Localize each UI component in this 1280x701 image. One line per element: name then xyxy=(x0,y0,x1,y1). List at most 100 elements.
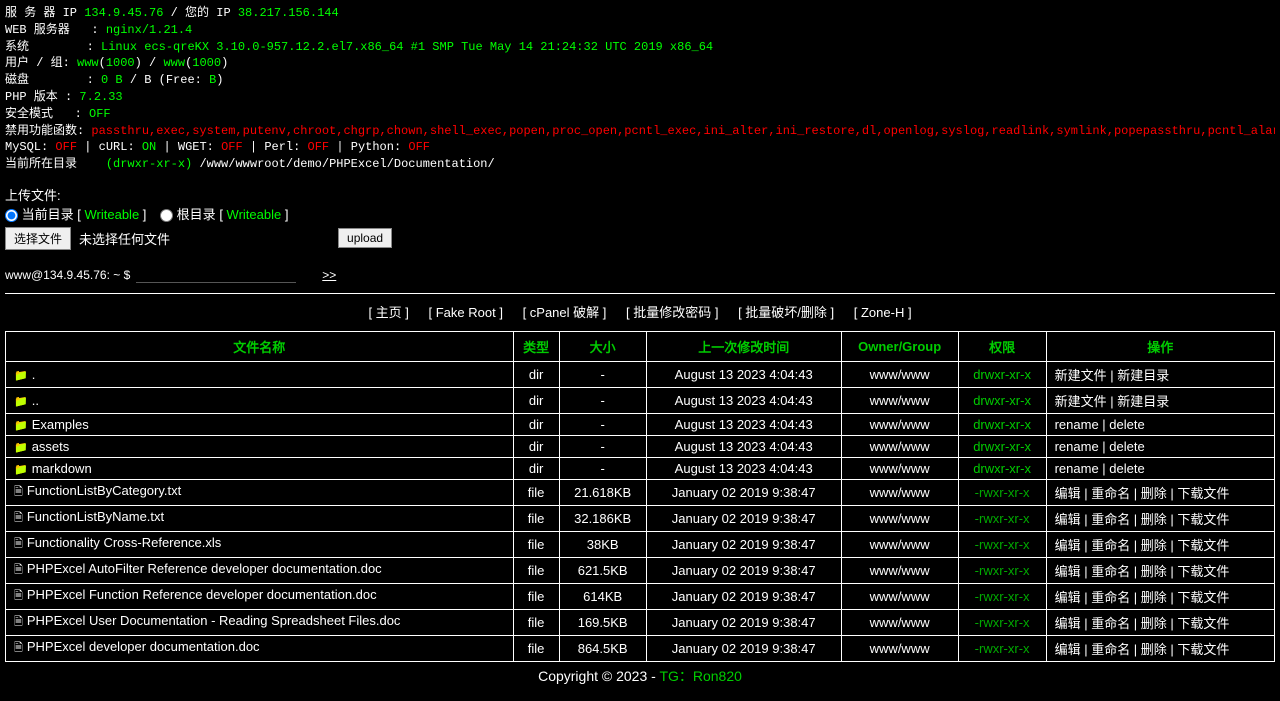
no-file-label: 未选择任何文件 xyxy=(79,229,170,248)
file-mtime: August 13 2023 4:04:43 xyxy=(646,361,841,387)
file-icon xyxy=(14,509,27,524)
file-name-link[interactable]: FunctionListByCategory.txt xyxy=(27,483,181,498)
file-name-link[interactable]: assets xyxy=(32,439,70,454)
file-name-link[interactable]: FunctionListByName.txt xyxy=(27,509,164,524)
server-ip-label: 服 务 器 IP xyxy=(5,6,77,20)
mysql-label: MySQL: xyxy=(5,140,48,154)
file-mtime: January 02 2019 9:38:47 xyxy=(646,583,841,609)
file-actions[interactable]: 编辑 | 重命名 | 删除 | 下载文件 xyxy=(1046,635,1274,661)
file-perms: drwxr-xr-x xyxy=(958,457,1046,479)
footer-tg-link[interactable]: TG：Ron820 xyxy=(659,668,741,684)
nav-mass-destroy[interactable]: [ 批量破坏/删除 ] xyxy=(738,305,834,320)
file-type: file xyxy=(513,609,559,635)
python-label: Python: xyxy=(351,140,401,154)
choose-file-button[interactable]: 选择文件 xyxy=(5,227,71,250)
nav-mass-password[interactable]: [ 批量修改密码 ] xyxy=(626,305,718,320)
file-mtime: August 13 2023 4:04:43 xyxy=(646,413,841,435)
file-name-link[interactable]: PHPExcel AutoFilter Reference developer … xyxy=(27,561,382,576)
file-name-link[interactable]: markdown xyxy=(32,461,92,476)
disk-total: 0 B xyxy=(101,73,123,87)
file-name-link[interactable]: Functionality Cross-Reference.xls xyxy=(27,535,221,550)
cwd-label: 当前所在目录 xyxy=(5,157,77,171)
nav-fake-root[interactable]: [ Fake Root ] xyxy=(429,305,503,320)
cwd-path[interactable]: /www/wwwroot/demo/PHPExcel/Documentation… xyxy=(199,157,494,171)
file-type: file xyxy=(513,583,559,609)
file-actions[interactable]: rename | delete xyxy=(1046,413,1274,435)
nav-zoneh[interactable]: [ Zone-H ] xyxy=(854,305,912,320)
file-size: 32.186KB xyxy=(559,505,646,531)
file-actions[interactable]: 编辑 | 重命名 | 删除 | 下载文件 xyxy=(1046,531,1274,557)
file-actions[interactable]: 编辑 | 重命名 | 删除 | 下载文件 xyxy=(1046,609,1274,635)
file-actions[interactable]: 编辑 | 重命名 | 删除 | 下载文件 xyxy=(1046,479,1274,505)
folder-icon xyxy=(14,393,32,408)
curl-label: cURL: xyxy=(99,140,135,154)
file-size: - xyxy=(559,361,646,387)
file-mtime: January 02 2019 9:38:47 xyxy=(646,505,841,531)
file-size: - xyxy=(559,413,646,435)
file-name-link[interactable]: .. xyxy=(32,393,39,408)
radio-root-dir[interactable] xyxy=(160,209,173,222)
file-icon xyxy=(14,535,27,550)
file-perms: drwxr-xr-x xyxy=(958,435,1046,457)
upload-button[interactable]: upload xyxy=(338,228,392,248)
file-perms: drwxr-xr-x xyxy=(958,413,1046,435)
server-ip: 134.9.45.76 xyxy=(84,6,163,20)
file-owner: www/www xyxy=(841,583,958,609)
file-size: 38KB xyxy=(559,531,646,557)
file-perms: -rwxr-xr-x xyxy=(958,505,1046,531)
cmd-input[interactable] xyxy=(136,268,296,283)
file-size: - xyxy=(559,457,646,479)
file-actions[interactable]: rename | delete xyxy=(1046,457,1274,479)
file-owner: www/www xyxy=(841,413,958,435)
file-perms: -rwxr-xr-x xyxy=(958,609,1046,635)
file-name-link[interactable]: . xyxy=(32,367,36,382)
file-table: 文件名称 类型 大小 上一次修改时间 Owner/Group 权限 操作 .di… xyxy=(5,331,1275,662)
user-group-label: 用户 / 组: xyxy=(5,56,70,70)
table-row: PHPExcel User Documentation - Reading Sp… xyxy=(6,609,1275,635)
file-actions[interactable]: 编辑 | 重命名 | 删除 | 下载文件 xyxy=(1046,505,1274,531)
folder-icon xyxy=(14,461,32,476)
file-actions[interactable]: rename | delete xyxy=(1046,435,1274,457)
table-row: FunctionListByCategory.txtfile21.618KBJa… xyxy=(6,479,1275,505)
cmd-execute-button[interactable]: >> xyxy=(322,268,336,282)
file-size: - xyxy=(559,435,646,457)
nav-menu: [ 主页 ] [ Fake Root ] [ cPanel 破解 ] [ 批量修… xyxy=(5,302,1275,321)
disk-label: 磁盘 xyxy=(5,73,29,87)
group-value: www xyxy=(163,56,185,70)
table-row: FunctionListByName.txtfile32.186KBJanuar… xyxy=(6,505,1275,531)
server-info: 服 务 器 IP 134.9.45.76 / 您的 IP 38.217.156.… xyxy=(5,5,1275,173)
php-version: 7.2.33 xyxy=(79,90,122,104)
file-owner: www/www xyxy=(841,457,958,479)
web-server-value: nginx/1.21.4 xyxy=(106,23,192,37)
file-owner: www/www xyxy=(841,635,958,661)
nav-home[interactable]: [ 主页 ] xyxy=(368,305,408,320)
file-perms: -rwxr-xr-x xyxy=(958,635,1046,661)
file-owner: www/www xyxy=(841,479,958,505)
system-label: 系统 xyxy=(5,40,29,54)
file-owner: www/www xyxy=(841,435,958,457)
file-name-link[interactable]: PHPExcel User Documentation - Reading Sp… xyxy=(27,613,401,628)
table-row: PHPExcel Function Reference developer do… xyxy=(6,583,1275,609)
file-type: file xyxy=(513,557,559,583)
file-actions[interactable]: 编辑 | 重命名 | 删除 | 下载文件 xyxy=(1046,557,1274,583)
nav-cpanel[interactable]: [ cPanel 破解 ] xyxy=(523,305,607,320)
your-ip: 38.217.156.144 xyxy=(238,6,339,20)
col-size: 大小 xyxy=(559,331,646,361)
cwd-perms: (drwxr-xr-x) xyxy=(106,157,192,171)
file-icon xyxy=(14,639,27,654)
file-name-link[interactable]: PHPExcel developer documentation.doc xyxy=(27,639,260,654)
radio-current-dir[interactable] xyxy=(5,209,18,222)
file-mtime: August 13 2023 4:04:43 xyxy=(646,387,841,413)
file-type: dir xyxy=(513,413,559,435)
wget-label: WGET: xyxy=(178,140,214,154)
file-perms: -rwxr-xr-x xyxy=(958,531,1046,557)
file-name-link[interactable]: PHPExcel Function Reference developer do… xyxy=(27,587,377,602)
col-owner: Owner/Group xyxy=(841,331,958,361)
disabled-funcs-label: 禁用功能函数: xyxy=(5,124,84,138)
file-actions[interactable]: 新建文件 | 新建目录 xyxy=(1046,361,1274,387)
file-actions[interactable]: 新建文件 | 新建目录 xyxy=(1046,387,1274,413)
file-name-link[interactable]: Examples xyxy=(32,417,89,432)
file-actions[interactable]: 编辑 | 重命名 | 删除 | 下载文件 xyxy=(1046,583,1274,609)
file-owner: www/www xyxy=(841,557,958,583)
file-owner: www/www xyxy=(841,387,958,413)
